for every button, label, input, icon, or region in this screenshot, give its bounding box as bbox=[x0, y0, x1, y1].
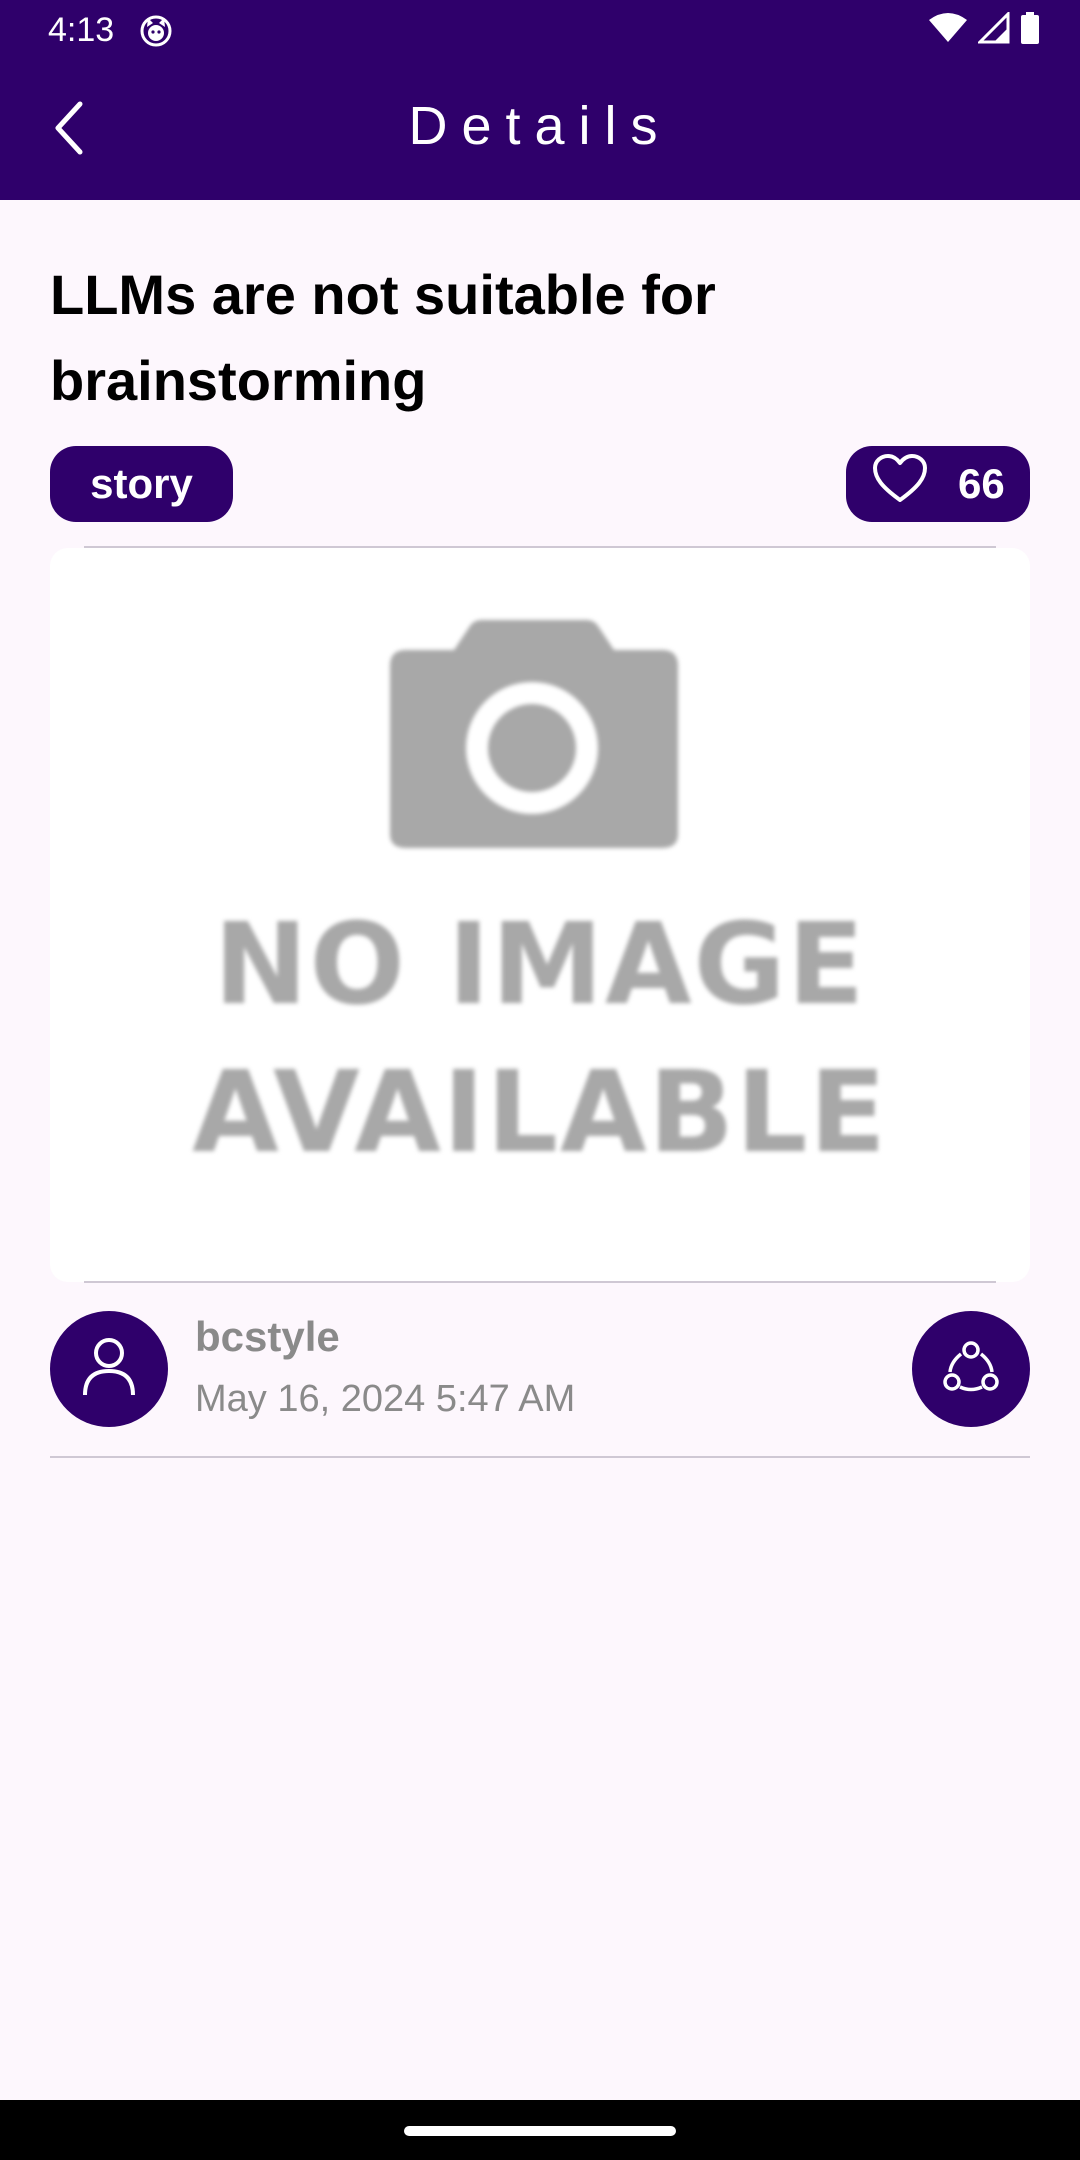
author-name: bcstyle bbox=[195, 1313, 340, 1360]
heart-outline-icon bbox=[872, 454, 928, 514]
status-icons bbox=[928, 9, 1040, 49]
divider bbox=[50, 1456, 1030, 1458]
tag-chip: story bbox=[50, 446, 233, 522]
battery-icon bbox=[1020, 11, 1040, 49]
like-button[interactable]: 66 bbox=[846, 446, 1030, 522]
share-icon bbox=[941, 1339, 1001, 1400]
share-button[interactable] bbox=[912, 1311, 1030, 1427]
no-image-line1: NO IMAGE bbox=[213, 900, 867, 1030]
status-time: 4:13 bbox=[48, 11, 115, 49]
no-image-line2: AVAILABLE bbox=[192, 1048, 888, 1178]
app-bar: Details bbox=[0, 60, 1080, 200]
page-title: Details bbox=[408, 96, 672, 156]
navigation-bar bbox=[0, 2100, 1080, 2160]
post-image: NO IMAGE AVAILABLE bbox=[50, 548, 1030, 1282]
cat-icon bbox=[138, 12, 174, 48]
signal-icon bbox=[976, 9, 1010, 49]
divider bbox=[84, 1281, 996, 1283]
camera-icon bbox=[384, 614, 684, 859]
person-icon bbox=[81, 1337, 137, 1402]
tag-label: story bbox=[90, 460, 193, 507]
status-bar: 4:13 bbox=[0, 0, 1080, 60]
post-title: LLMs are not suitable for brainstorming bbox=[50, 263, 716, 412]
wifi-icon bbox=[928, 12, 968, 49]
home-gesture-handle[interactable] bbox=[404, 2126, 676, 2136]
like-count: 66 bbox=[958, 460, 1005, 507]
avatar[interactable] bbox=[50, 1311, 168, 1427]
post-date: May 16, 2024 5:47 AM bbox=[195, 1378, 576, 1420]
